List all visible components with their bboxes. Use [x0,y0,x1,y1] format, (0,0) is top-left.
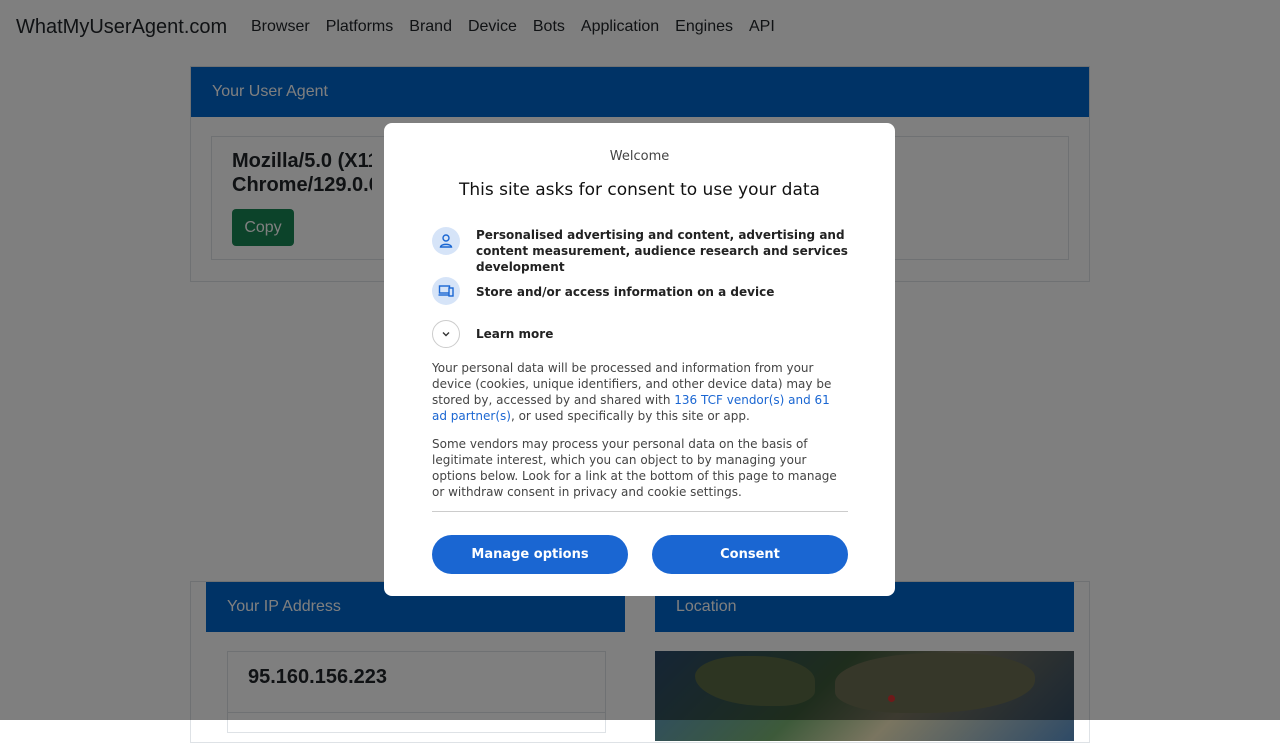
dialog-divider [432,511,848,512]
manage-options-button[interactable]: Manage options [432,535,628,574]
purpose-item-storage: Store and/or access information on a dev… [432,277,848,305]
learn-more-label[interactable]: Learn more [476,326,553,342]
consent-dialog: Welcome This site asks for consent to us… [384,123,895,596]
consent-paragraph-vendors: Your personal data will be processed and… [432,360,848,424]
purpose-text: Store and/or access information on a dev… [476,285,775,299]
purpose-item-personalised: Personalised advertising and content, ad… [432,227,848,274]
chevron-down-icon[interactable] [432,320,460,348]
devices-icon [432,277,460,305]
purpose-text: Personalised advertising and content, ad… [476,228,848,274]
paragraph-text: , or used specifically by this site or a… [510,409,750,423]
consent-button[interactable]: Consent [652,535,848,574]
dialog-welcome: Welcome [609,149,670,164]
person-icon [432,227,460,255]
dialog-title: This site asks for consent to use your d… [459,180,820,200]
learn-more-toggle[interactable]: Learn more [432,320,848,348]
consent-paragraph-legitimate-interest: Some vendors may process your personal d… [432,437,837,499]
